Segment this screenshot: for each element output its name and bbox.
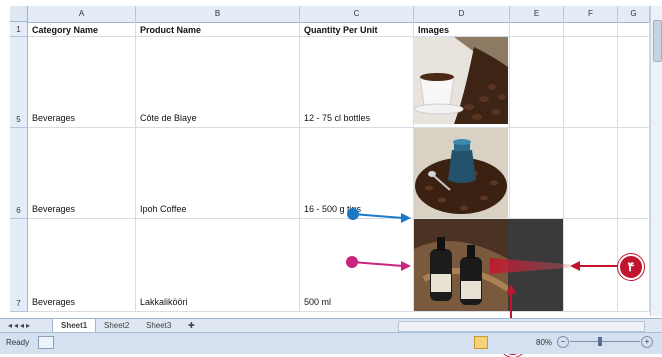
tab-sheet3[interactable]: Sheet3 bbox=[146, 320, 171, 332]
zoom-slider-thumb[interactable] bbox=[598, 337, 602, 346]
tab-sheet2[interactable]: Sheet2 bbox=[104, 320, 129, 332]
vertical-scrollbar[interactable] bbox=[650, 6, 662, 316]
status-mode: Ready bbox=[6, 338, 30, 347]
zoom-out-icon[interactable]: − bbox=[557, 336, 569, 348]
status-bar: Ready 80% − + bbox=[0, 332, 662, 354]
spreadsheet-window: A B C D E F G 1 5 6 7 Category Name Prod… bbox=[0, 0, 662, 357]
callout-arrows bbox=[346, 208, 620, 338]
callout-badge-4: ۴ bbox=[618, 254, 644, 280]
horizontal-scrollbar[interactable] bbox=[398, 321, 645, 332]
tab-nav-arrows-icon[interactable]: ◂◂◂▸ bbox=[8, 321, 32, 330]
tab-sheet1[interactable]: Sheet1 bbox=[52, 319, 97, 333]
zoom-in-icon[interactable]: + bbox=[641, 336, 653, 348]
zoom-level[interactable]: 80% bbox=[536, 338, 552, 347]
scroll-thumb[interactable] bbox=[653, 20, 662, 62]
zoom-slider[interactable] bbox=[570, 337, 640, 346]
insert-sheet-icon[interactable]: ✚ bbox=[188, 320, 195, 332]
macro-record-icon[interactable] bbox=[38, 336, 54, 349]
sheet-tab-bar: ◂◂◂▸ Sheet1 Sheet2 Sheet3 ✚ bbox=[0, 318, 662, 333]
normal-view-icon[interactable] bbox=[474, 336, 488, 349]
